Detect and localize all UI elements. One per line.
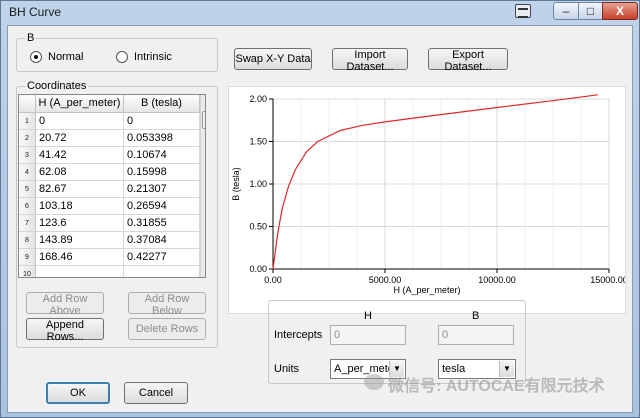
window-title: BH Curve <box>9 5 62 19</box>
row-number[interactable]: 3 <box>19 147 36 164</box>
title-bar[interactable]: BH Curve – □ X <box>1 1 639 23</box>
x-tick-label: 0.00 <box>264 275 282 285</box>
radio-intrinsic-dot[interactable] <box>116 51 128 63</box>
x-tick-label: 10000.00 <box>478 275 516 285</box>
row-number[interactable]: 4 <box>19 164 36 181</box>
swap-xy-button[interactable]: Swap X-Y Data <box>234 48 312 70</box>
y-tick-label: 1.00 <box>249 179 267 189</box>
row-number[interactable]: 10 <box>19 266 36 277</box>
radio-intrinsic-label: Intrinsic <box>134 51 172 63</box>
b-value-cell[interactable]: 0 <box>124 113 200 130</box>
delete-rows-button[interactable]: Delete Rows <box>128 318 206 340</box>
b-value-cell[interactable]: 0.053398 <box>124 130 200 147</box>
radio-normal[interactable]: Normal <box>30 51 83 63</box>
b-value-cell[interactable]: 0.31855 <box>124 215 200 232</box>
y-axis-label: B (tesla) <box>231 167 241 201</box>
y-tick-label: 2.00 <box>249 94 267 104</box>
b-value-cell[interactable]: 0.26594 <box>124 198 200 215</box>
add-row-below-button[interactable]: Add Row Below <box>128 292 206 317</box>
h-value-cell[interactable]: 123.6 <box>36 215 124 232</box>
radio-normal-label: Normal <box>48 51 84 63</box>
b-value-cell[interactable] <box>124 266 200 277</box>
h-value-cell[interactable] <box>36 266 124 277</box>
cancel-button[interactable]: Cancel <box>124 382 188 404</box>
h-value-cell[interactable]: 168.46 <box>36 249 124 266</box>
x-tick-label: 5000.00 <box>369 275 402 285</box>
dialog-body: B Normal Intrinsic Swap X-Y Data Import … <box>7 25 633 413</box>
column-header-b[interactable]: B (tesla) <box>124 95 200 113</box>
export-dataset-button[interactable]: Export Dataset... <box>428 48 508 73</box>
b-group-label: B <box>25 32 37 44</box>
table-corner <box>19 95 36 113</box>
h-value-cell[interactable]: 20.72 <box>36 130 124 147</box>
bh-curve-chart: 0.00 5000.00 10000.00 15000.00 0.00 0.50 1.00 1… <box>231 94 628 295</box>
scroll-down-icon[interactable]: ▼ <box>201 263 206 277</box>
h-value-cell[interactable]: 103.18 <box>36 198 124 215</box>
b-value-cell[interactable]: 0.21307 <box>124 181 200 198</box>
h-value-cell[interactable]: 143.89 <box>36 232 124 249</box>
close-button[interactable]: X <box>602 2 638 20</box>
row-number[interactable]: 5 <box>19 181 36 198</box>
row-number[interactable]: 7 <box>19 215 36 232</box>
maximize-button[interactable]: □ <box>578 2 603 20</box>
h-value-cell[interactable]: 0 <box>36 113 124 130</box>
row-number[interactable]: 9 <box>19 249 36 266</box>
radio-normal-dot[interactable] <box>30 51 42 63</box>
b-value-cell[interactable]: 0.42277 <box>124 249 200 266</box>
bh-curve-plot: 0.00 5000.00 10000.00 15000.00 0.00 0.50 1.00 1… <box>228 86 628 314</box>
minimize-button[interactable]: – <box>553 2 579 20</box>
row-number[interactable]: 1 <box>19 113 36 130</box>
bh-curve-line <box>272 94 598 270</box>
b-value-cell[interactable]: 0.37084 <box>124 232 200 249</box>
coordinates-table[interactable]: H (A_per_meter) B (tesla) 1 0 0 2 20.72 0.053… <box>18 94 206 278</box>
intercepts-label: Intercepts <box>274 329 323 341</box>
row-number[interactable]: 2 <box>19 130 36 147</box>
import-dataset-button[interactable]: Import Dataset... <box>332 48 408 73</box>
b-value-cell[interactable]: 0.15998 <box>124 164 200 181</box>
b-intercept-field[interactable]: 0 <box>438 325 514 345</box>
y-tick-label: 0.00 <box>249 264 267 274</box>
h-value-cell[interactable]: 41.42 <box>36 147 124 164</box>
units-label: Units <box>274 363 300 375</box>
radio-intrinsic[interactable]: Intrinsic <box>116 51 172 63</box>
y-tick-label: 1.50 <box>249 137 267 147</box>
x-tick-label: 15000.00 <box>590 275 625 285</box>
scroll-thumb[interactable] <box>202 111 205 129</box>
bh-curve-dialog: BH Curve – □ X B Normal Intrinsic Swap X… <box>0 0 640 418</box>
keyboard-icon[interactable] <box>515 4 531 18</box>
h-intercept-field[interactable]: 0 <box>330 325 406 345</box>
h-column-header: H <box>364 310 372 322</box>
ok-button[interactable]: OK <box>46 382 110 404</box>
h-value-cell[interactable]: 82.67 <box>36 181 124 198</box>
watermark-text: 微信号: AUTOCAE有限元技术 <box>388 378 605 395</box>
x-axis-label: H (A_per_meter) <box>393 285 460 295</box>
h-value-cell[interactable]: 62.08 <box>36 164 124 181</box>
add-row-above-button[interactable]: Add Row Above <box>26 292 104 317</box>
column-header-h[interactable]: H (A_per_meter) <box>36 95 124 113</box>
coordinates-label: Coordinates <box>25 80 89 92</box>
row-number[interactable]: 6 <box>19 198 36 215</box>
b-value-cell[interactable]: 0.10674 <box>124 147 200 164</box>
b-column-header: B <box>472 310 480 322</box>
append-rows-button[interactable]: Append Rows... <box>26 318 104 343</box>
y-tick-label: 0.50 <box>249 222 267 232</box>
table-scrollbar[interactable]: ▲ ▼ <box>200 95 206 277</box>
wechat-logo-icon <box>364 374 384 390</box>
scroll-up-icon[interactable]: ▲ <box>201 95 206 109</box>
row-number[interactable]: 8 <box>19 232 36 249</box>
